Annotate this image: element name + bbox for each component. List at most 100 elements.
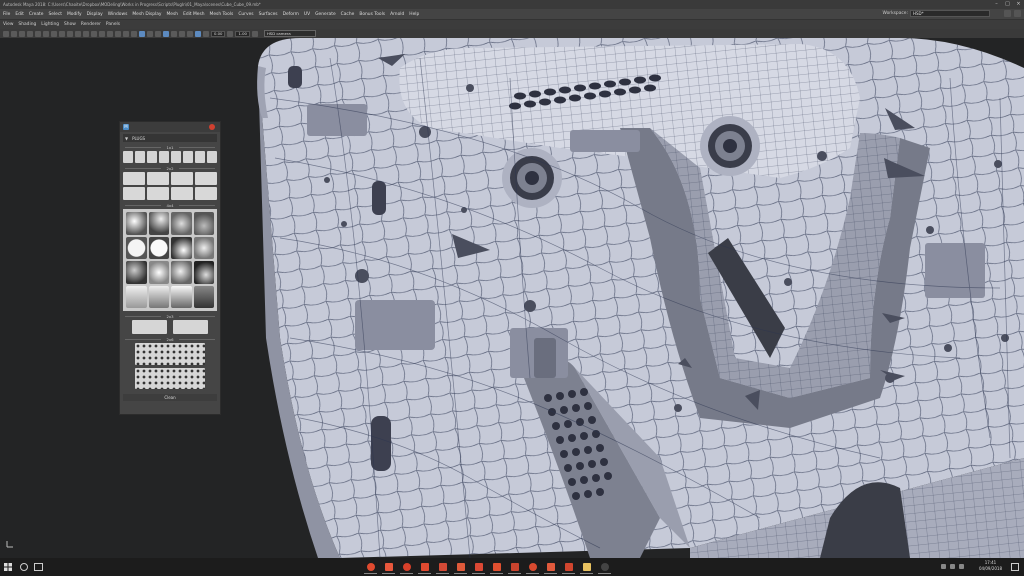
app-icon[interactable] — [544, 560, 557, 574]
plug-thumb[interactable] — [123, 151, 133, 163]
app-icon[interactable] — [490, 560, 503, 574]
plug-thumb[interactable] — [171, 212, 192, 235]
plug-thumb[interactable] — [195, 187, 217, 200]
menu-mesh-tools[interactable]: Mesh Tools — [210, 12, 234, 17]
workspace-dropdown[interactable]: HSD* — [910, 10, 990, 17]
textured-icon[interactable] — [115, 30, 121, 37]
menu-display[interactable]: Display — [87, 12, 103, 17]
plug-thumb[interactable] — [126, 212, 147, 235]
exposure-field[interactable]: 0.00 — [211, 30, 226, 37]
hud-icon[interactable] — [195, 30, 201, 37]
field-chart-icon[interactable] — [67, 30, 73, 37]
plug-thumb[interactable] — [135, 151, 145, 163]
plug-thumb[interactable] — [147, 172, 169, 185]
opera-icon[interactable] — [400, 560, 413, 574]
plug-thumb[interactable] — [148, 261, 169, 284]
shadows-icon[interactable] — [131, 30, 137, 37]
vp-menu-renderer[interactable]: Renderer — [81, 22, 101, 27]
exposure-icon[interactable] — [203, 30, 209, 37]
plug-thumb[interactable] — [207, 151, 217, 163]
menu-mesh[interactable]: Mesh — [167, 12, 179, 17]
plug-thumb[interactable] — [148, 285, 169, 308]
clean-button[interactable]: Clean — [123, 394, 217, 401]
plug-thumb[interactable] — [195, 172, 217, 185]
obs-icon[interactable] — [526, 560, 539, 574]
app-icon[interactable] — [508, 560, 521, 574]
resolution-gate-icon[interactable] — [51, 30, 57, 37]
task-view-icon[interactable] — [34, 563, 43, 571]
menu-create[interactable]: Create — [29, 12, 44, 17]
plug-thumb[interactable] — [195, 151, 205, 163]
layout-icon[interactable] — [1004, 10, 1011, 17]
menu-mesh-display[interactable]: Mesh Display — [132, 12, 161, 17]
film-gate-icon[interactable] — [43, 30, 49, 37]
maximize-icon[interactable]: □ — [1004, 1, 1011, 7]
camera-dropdown[interactable]: HSD camera — [263, 30, 316, 37]
vp-menu-view[interactable]: View — [3, 22, 13, 27]
battery-icon[interactable] — [959, 564, 964, 569]
menu-surfaces[interactable]: Surfaces — [259, 12, 278, 17]
gamma-icon[interactable] — [227, 30, 234, 37]
notification-icon[interactable] — [1011, 563, 1019, 571]
bookmark-icon[interactable] — [19, 30, 25, 37]
menu-windows[interactable]: Windows — [108, 12, 128, 17]
depth-of-field-icon[interactable] — [179, 30, 185, 37]
maya-icon[interactable] — [436, 560, 449, 574]
minimize-icon[interactable]: – — [993, 1, 1000, 7]
color-management-icon[interactable] — [251, 30, 258, 37]
plug-thumb[interactable] — [193, 236, 214, 259]
plug-thumb[interactable] — [171, 236, 192, 259]
xray-icon[interactable] — [147, 30, 153, 37]
plug-thumb[interactable] — [147, 187, 169, 200]
menu-cache[interactable]: Cache — [341, 12, 355, 17]
plug-thumb[interactable] — [171, 285, 192, 308]
vp-menu-show[interactable]: Show — [64, 22, 76, 27]
grid-icon[interactable] — [35, 30, 41, 37]
settings-icon[interactable] — [1014, 10, 1021, 17]
plug-thumb[interactable] — [147, 151, 157, 163]
plug-thumb[interactable] — [126, 236, 147, 259]
plug-thumb[interactable] — [135, 343, 205, 365]
plug-thumb[interactable] — [193, 261, 214, 284]
plug-thumb[interactable] — [193, 285, 214, 308]
menu-uv[interactable]: UV — [304, 12, 310, 17]
plug-thumb[interactable] — [171, 151, 181, 163]
default-material-icon[interactable] — [107, 30, 113, 37]
menu-edit[interactable]: Edit — [15, 12, 24, 17]
plugs-dropdown[interactable]: ▼ PLUGS — [123, 134, 217, 142]
xray-joints-icon[interactable] — [155, 30, 161, 37]
app-icon[interactable] — [598, 560, 611, 574]
volume-icon[interactable] — [950, 564, 955, 569]
network-icon[interactable] — [941, 564, 946, 569]
menu-bonus-tools[interactable]: Bonus Tools — [359, 12, 385, 17]
plug-thumb[interactable] — [126, 285, 147, 308]
lock-camera-icon[interactable] — [11, 30, 17, 37]
substance-icon[interactable] — [454, 560, 467, 574]
plug-thumb[interactable] — [173, 320, 208, 334]
marmoset-icon[interactable] — [472, 560, 485, 574]
menu-help[interactable]: Help — [409, 12, 419, 17]
menu-select[interactable]: Select — [48, 12, 62, 17]
panel-header[interactable]: M — [120, 122, 220, 132]
plug-thumb[interactable] — [148, 236, 169, 259]
plug-thumb[interactable] — [171, 172, 193, 185]
gamma-field[interactable]: 1.00 — [235, 30, 250, 37]
plug-thumb[interactable] — [171, 261, 192, 284]
chrome-icon[interactable] — [364, 560, 377, 574]
menu-file[interactable]: File — [3, 12, 10, 17]
image-plane-icon[interactable] — [27, 30, 33, 37]
plug-thumb[interactable] — [123, 187, 145, 200]
menu-modify[interactable]: Modify — [67, 12, 82, 17]
wireframe-icon[interactable] — [91, 30, 97, 37]
smooth-shade-icon[interactable] — [99, 30, 105, 37]
plug-thumb[interactable] — [183, 151, 193, 163]
plug-thumb[interactable] — [148, 212, 169, 235]
vp-menu-panels[interactable]: Panels — [106, 22, 120, 27]
plug-thumb[interactable] — [126, 261, 147, 284]
lights-icon[interactable] — [123, 30, 129, 37]
plug-thumb[interactable] — [159, 151, 169, 163]
photoshop-icon[interactable] — [562, 560, 575, 574]
plug-thumb[interactable] — [132, 320, 167, 334]
vp-menu-lighting[interactable]: Lighting — [41, 22, 59, 27]
vp-menu-shading[interactable]: Shading — [18, 22, 36, 27]
